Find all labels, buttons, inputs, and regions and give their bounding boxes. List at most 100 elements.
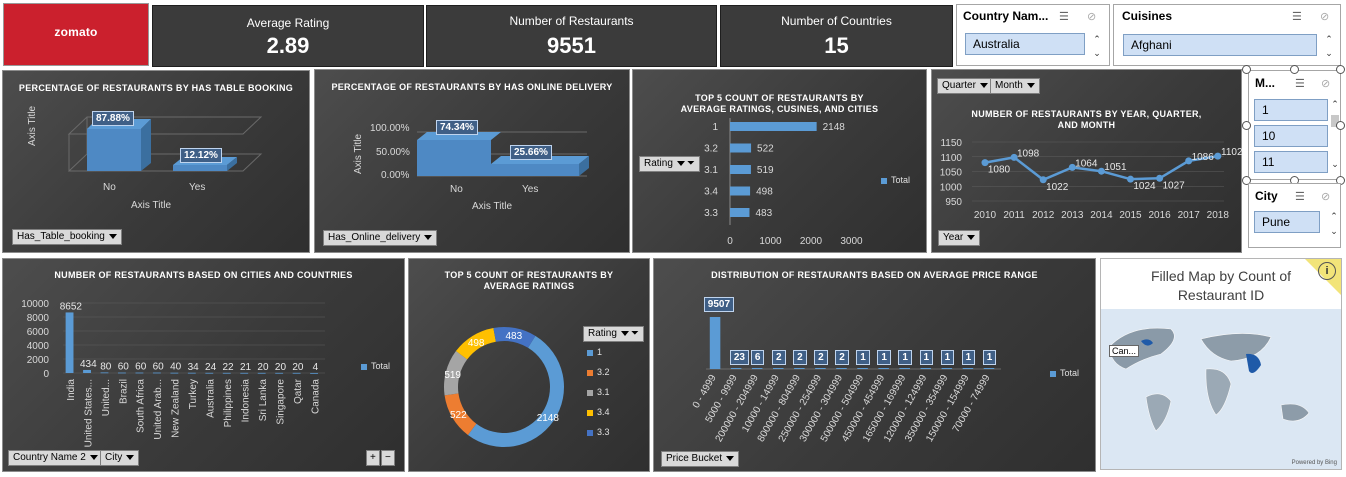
data-label: 9507 bbox=[703, 297, 735, 312]
multi-select-icon[interactable]: ☰ bbox=[1295, 77, 1305, 90]
data-label-yes: 12.12% bbox=[180, 148, 222, 163]
slicer-item-afghani[interactable]: Afghani bbox=[1123, 34, 1317, 56]
data-label: 483 bbox=[505, 331, 522, 342]
y-tick-label: 1150 bbox=[940, 138, 962, 149]
bar-9 bbox=[899, 368, 910, 369]
area-no bbox=[417, 132, 501, 176]
scroll-up-icon[interactable]: ⌃ bbox=[1329, 99, 1341, 110]
filter-label: Country Name 2 bbox=[13, 452, 86, 463]
resize-handle[interactable] bbox=[1242, 121, 1251, 130]
y-tick: 50.00% bbox=[376, 147, 410, 158]
dropdown-arrow-icon bbox=[620, 330, 629, 336]
slicer-item[interactable]: 1 bbox=[1254, 99, 1328, 121]
slicer-title: Country Nam... bbox=[963, 9, 1049, 23]
slicer-item-pune[interactable]: Pune bbox=[1254, 211, 1320, 233]
ratings-donut-chart: TOP 5 COUNT OF RESTAURANTS BY AVERAGE RA… bbox=[408, 258, 650, 472]
filled-map: Filled Map by Count of Restaurant ID i C… bbox=[1100, 258, 1342, 470]
rating-legend-filter[interactable]: Rating ⏷ bbox=[583, 326, 644, 342]
bar-4 bbox=[794, 368, 805, 369]
resize-handle[interactable] bbox=[1336, 65, 1345, 74]
scroll-up-icon[interactable]: ⌃ bbox=[1323, 34, 1335, 45]
y-tick-label: 3.4 bbox=[704, 187, 718, 198]
data-label: 434 bbox=[80, 359, 97, 370]
filter-funnel-icon: ⏷ bbox=[630, 328, 639, 339]
data-label: 1102 bbox=[1221, 147, 1243, 158]
resize-handle[interactable] bbox=[1242, 65, 1251, 74]
expand-button[interactable]: + bbox=[366, 450, 380, 466]
has-online-delivery-filter[interactable]: Has_Online_delivery bbox=[323, 230, 438, 246]
x-tick-label: 2011 bbox=[1003, 210, 1025, 221]
legend-total: Total bbox=[881, 175, 910, 185]
scroll-down-icon[interactable]: ⌄ bbox=[1328, 226, 1340, 237]
scroll-down-icon[interactable]: ⌄ bbox=[1329, 159, 1341, 170]
slicer-item[interactable]: 11 bbox=[1254, 151, 1328, 173]
legend-item: 3.1 bbox=[587, 387, 610, 397]
x-tick-label: 2016 bbox=[1148, 210, 1171, 221]
bar-6 bbox=[170, 372, 179, 374]
data-label: 23 bbox=[729, 350, 749, 365]
dropdown-arrow-icon bbox=[726, 455, 735, 461]
slicer-item[interactable]: 10 bbox=[1254, 125, 1328, 147]
scroll-down-icon[interactable]: ⌄ bbox=[1091, 48, 1103, 59]
data-label: 519 bbox=[444, 370, 461, 381]
legend-swatch bbox=[587, 409, 593, 416]
x-tick-label: Canada bbox=[310, 379, 321, 414]
x-tick-label: 2014 bbox=[1090, 210, 1113, 221]
resize-handle[interactable] bbox=[1336, 121, 1345, 130]
cuisines-slicer[interactable]: Cuisines ☰ ⊘ Afghani ⌃ ⌄ bbox=[1113, 4, 1341, 66]
collapse-button[interactable]: − bbox=[381, 450, 395, 466]
data-label-yes: 25.66% bbox=[510, 145, 552, 160]
bar-0 bbox=[709, 317, 721, 369]
y-axis-title: Axis Title bbox=[27, 105, 38, 146]
top5-cuisines-chart: TOP 5 COUNT OF RESTAURANTS BY AVERAGE RA… bbox=[632, 69, 927, 253]
data-label: 1 bbox=[919, 350, 934, 365]
x-tick-label: Philippines bbox=[223, 379, 234, 427]
data-label: 1024 bbox=[1133, 181, 1156, 192]
multi-select-icon[interactable]: ☰ bbox=[1295, 190, 1305, 203]
cities-countries-chart: NUMBER OF RESTAURANTS BASED ON CITIES AN… bbox=[2, 258, 405, 472]
info-icon[interactable]: i bbox=[1318, 262, 1336, 280]
data-label: 40 bbox=[170, 362, 182, 373]
bar-3 bbox=[773, 368, 784, 369]
bar-6 bbox=[836, 368, 847, 369]
clear-filter-icon[interactable]: ⊘ bbox=[1320, 10, 1329, 23]
rating-filter[interactable]: Rating ⏷ bbox=[639, 156, 700, 172]
y-axis-title: Axis Title bbox=[353, 133, 364, 174]
filter-label: Rating bbox=[588, 328, 617, 339]
has-table-booking-filter[interactable]: Has_Table_booking bbox=[12, 229, 122, 245]
filter-funnel-icon: ⏷ bbox=[686, 158, 695, 169]
resize-handle[interactable] bbox=[1290, 65, 1299, 74]
y-tick: 100.00% bbox=[370, 123, 410, 134]
scroll-up-icon[interactable]: ⌃ bbox=[1328, 211, 1340, 222]
country-name-filter[interactable]: Country Name 2 bbox=[8, 450, 103, 466]
clear-filter-icon[interactable]: ⊘ bbox=[1087, 10, 1096, 23]
dropdown-arrow-icon bbox=[967, 234, 976, 240]
legend-total: Total bbox=[1050, 368, 1079, 378]
scroll-down-icon[interactable]: ⌄ bbox=[1323, 48, 1335, 59]
month-slicer[interactable]: M... ☰ ⊘ 1 10 11 ⌃ ⌄ bbox=[1248, 70, 1341, 180]
cities-countries-plot: 10000800060004000200008652India434United… bbox=[21, 299, 325, 447]
clear-filter-icon[interactable]: ⊘ bbox=[1321, 77, 1330, 90]
city-filter[interactable]: City bbox=[100, 450, 140, 466]
kpi-label: Average Rating bbox=[246, 16, 330, 30]
country-slicer[interactable]: Country Nam... ☰ ⊘ Australia ⌃ ⌄ bbox=[956, 4, 1110, 66]
x-tick-label: New Zealand bbox=[171, 379, 182, 438]
kpi-label: Number of Countries bbox=[781, 14, 892, 28]
multi-select-icon[interactable]: ☰ bbox=[1059, 10, 1069, 23]
price-range-plot: 0 - 49995000 - 9999200000 - 20499910000 … bbox=[691, 317, 1001, 444]
multi-select-icon[interactable]: ☰ bbox=[1292, 10, 1302, 23]
x-tick-label: 0 bbox=[727, 236, 733, 247]
legend-label: 3.2 bbox=[597, 367, 610, 377]
data-label: 6 bbox=[750, 350, 765, 365]
price-bucket-filter[interactable]: Price Bucket bbox=[661, 451, 740, 467]
slicer-item-australia[interactable]: Australia bbox=[965, 33, 1085, 55]
year-line-plot: 1150 1100 1050 1000 950 1080 2010 1098 2011 1022 2… bbox=[940, 138, 1243, 221]
bar-1 bbox=[83, 369, 91, 373]
legend-item: 1 bbox=[587, 347, 602, 357]
legend-label: 3.3 bbox=[597, 427, 610, 437]
scroll-up-icon[interactable]: ⌃ bbox=[1091, 34, 1103, 45]
data-label: 1064 bbox=[1075, 158, 1098, 169]
clear-filter-icon[interactable]: ⊘ bbox=[1321, 190, 1330, 203]
year-filter[interactable]: Year bbox=[938, 230, 981, 246]
city-slicer[interactable]: City ☰ ⊘ Pune ⌃ ⌄ bbox=[1248, 183, 1341, 248]
